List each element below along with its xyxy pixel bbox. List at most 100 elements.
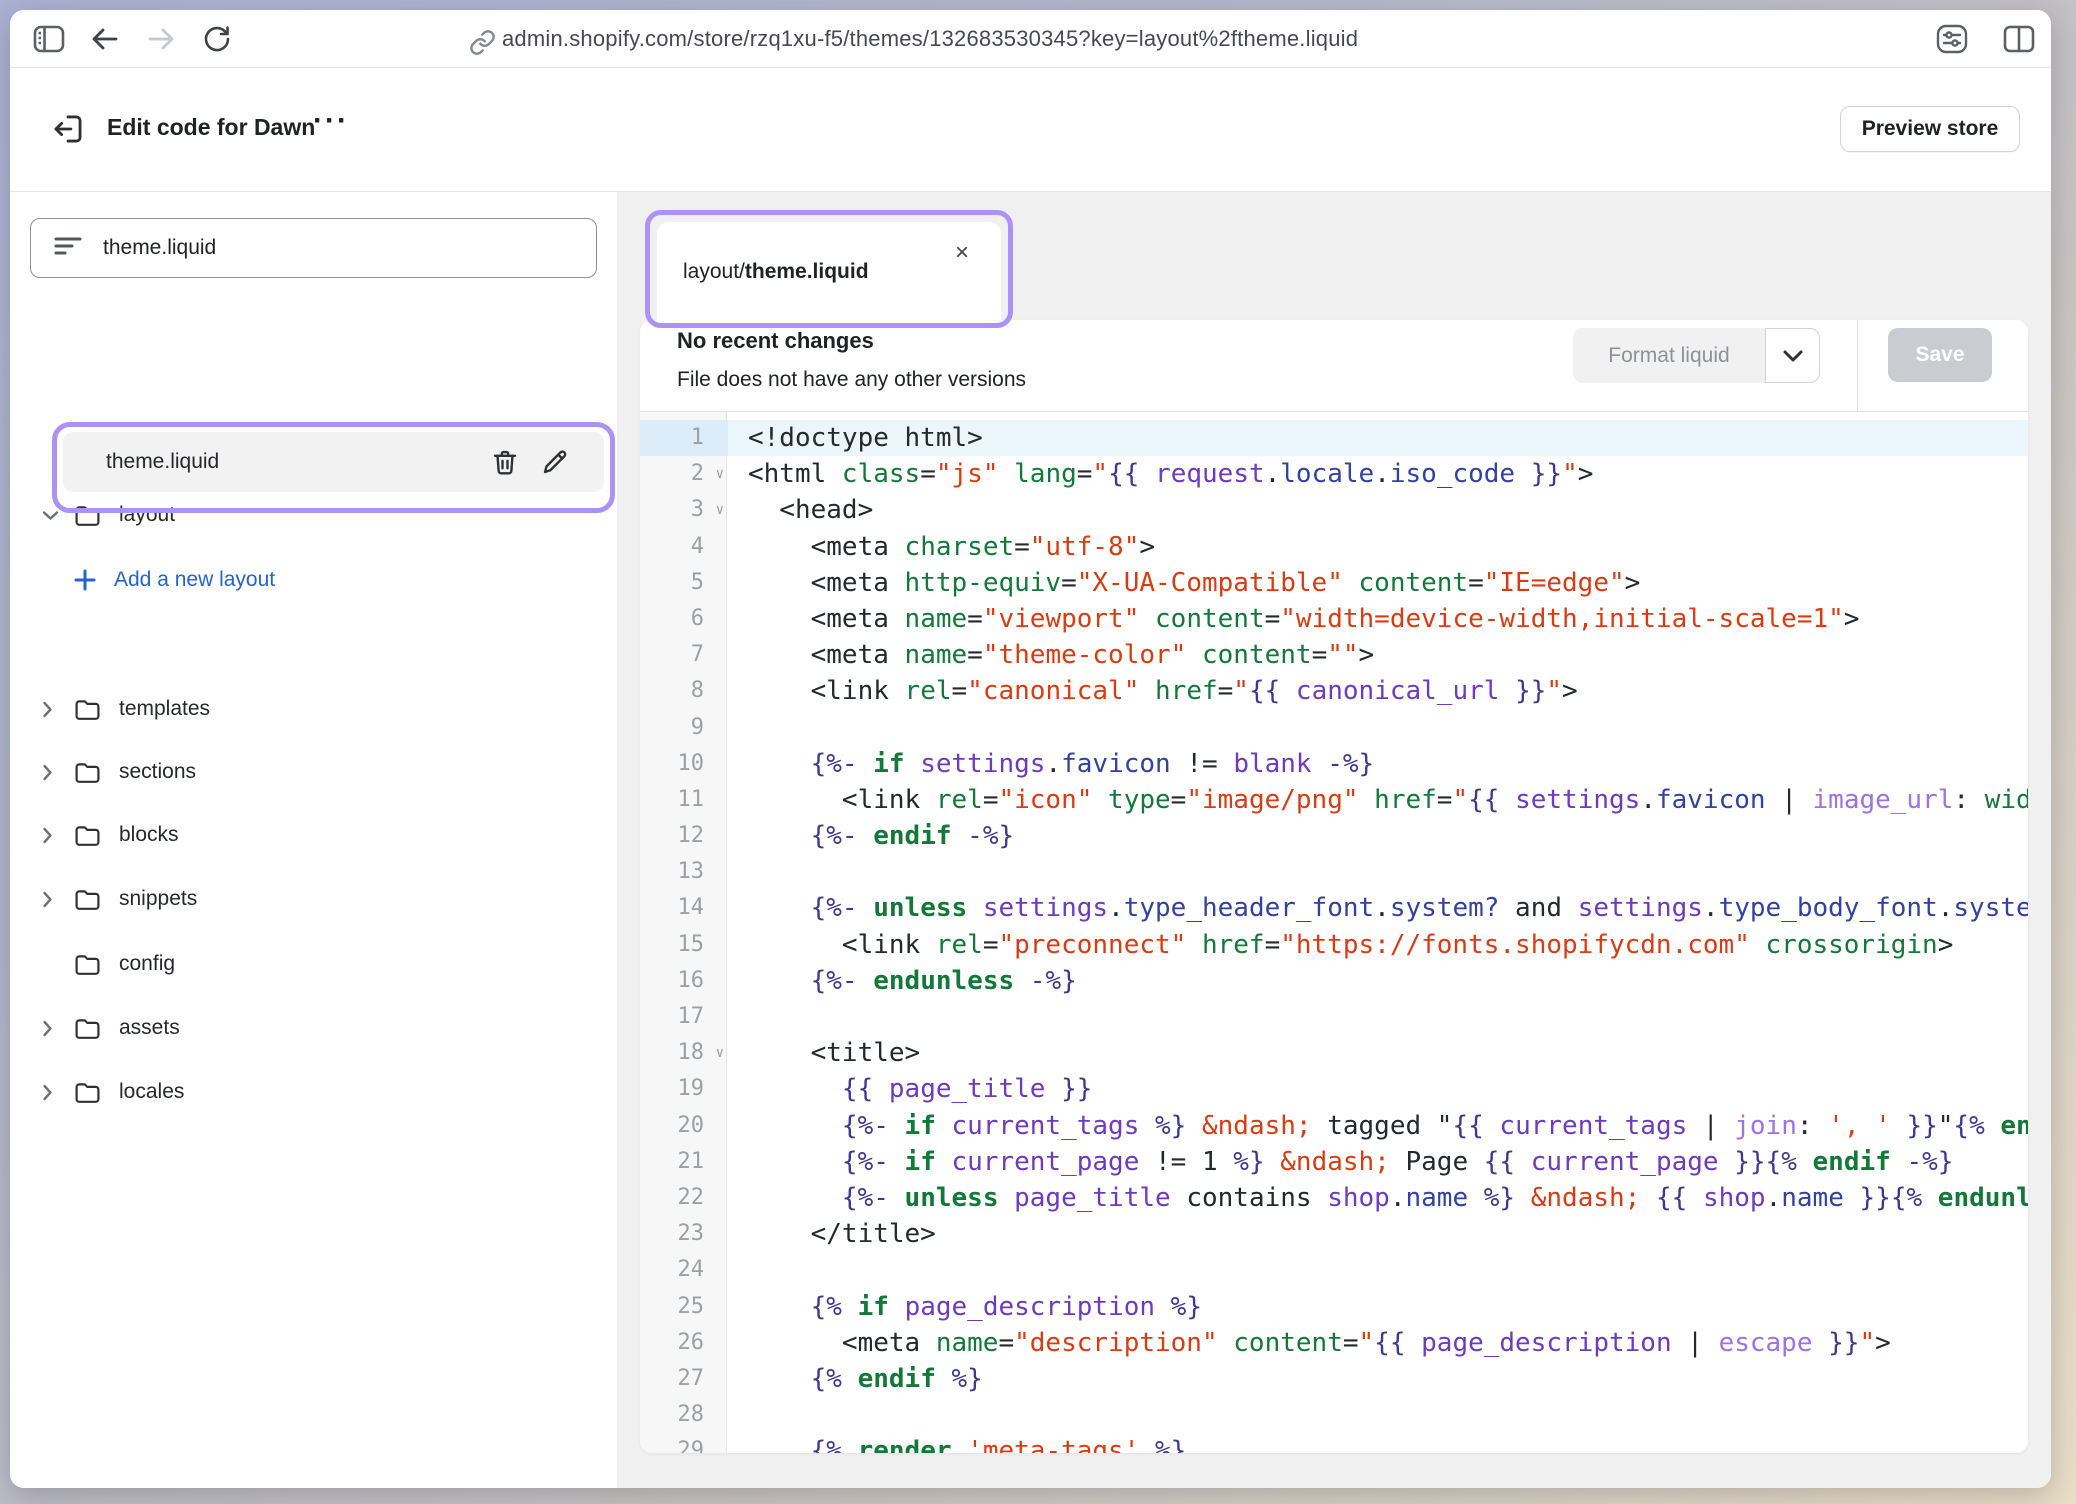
code-text: <link rel="icon" type="image/png" href="… bbox=[748, 782, 2028, 818]
code-line[interactable]: 22 {%- unless page_title contains shop.n… bbox=[640, 1180, 2028, 1216]
close-icon[interactable]: × bbox=[945, 236, 979, 270]
fold-icon[interactable]: ∨ bbox=[716, 1035, 724, 1071]
line-number: 20 bbox=[640, 1108, 728, 1144]
sidebar-item-assets[interactable]: assets bbox=[10, 998, 617, 1058]
code-line[interactable]: 19 {{ page_title }} bbox=[640, 1071, 2028, 1107]
tab-label: layout/theme.liquid bbox=[683, 260, 869, 284]
chevron-right-icon[interactable] bbox=[42, 827, 60, 844]
code-line[interactable]: 27 {% endif %} bbox=[640, 1361, 2028, 1397]
sidebar-item-templates[interactable]: templates bbox=[10, 679, 617, 739]
forward-icon[interactable] bbox=[144, 23, 178, 55]
search-value: theme.liquid bbox=[103, 236, 216, 260]
code-line[interactable]: 15 <link rel="preconnect" href="https://… bbox=[640, 927, 2028, 963]
code-line[interactable]: 3∨ <head> bbox=[640, 492, 2028, 528]
plus-icon bbox=[74, 569, 96, 591]
page-settings-icon[interactable] bbox=[1935, 23, 1969, 55]
chevron-right-icon bbox=[42, 764, 53, 781]
split-view-icon[interactable] bbox=[2002, 23, 2036, 55]
code-line[interactable]: 7 <meta name="theme-color" content=""> bbox=[640, 637, 2028, 673]
line-number: 22 bbox=[640, 1180, 728, 1216]
code-line[interactable]: 17 bbox=[640, 999, 2028, 1035]
url-text[interactable]: admin.shopify.com/store/rzq1xu-f5/themes… bbox=[502, 10, 1358, 68]
fold-icon[interactable]: ∨ bbox=[716, 456, 724, 492]
sidebar-item-label: locales bbox=[119, 1080, 184, 1104]
exit-editor-icon[interactable] bbox=[50, 112, 86, 151]
code-text: {% endif %} bbox=[748, 1361, 983, 1397]
code-line[interactable]: 6 <meta name="viewport" content="width=d… bbox=[640, 601, 2028, 637]
code-line[interactable]: 20 {%- if current_tags %} &ndash; tagged… bbox=[640, 1108, 2028, 1144]
chevron-right-icon[interactable] bbox=[42, 891, 60, 908]
format-liquid-dropdown[interactable] bbox=[1765, 328, 1820, 383]
chevron-right-icon[interactable] bbox=[42, 764, 60, 781]
preview-store-button[interactable]: Preview store bbox=[1840, 106, 2020, 152]
filter-icon bbox=[53, 234, 83, 263]
code-text: {%- if current_page != 1 %} &ndash; Page… bbox=[748, 1144, 1953, 1180]
format-liquid-button[interactable]: Format liquid bbox=[1573, 328, 1765, 383]
sidebar-item-snippets[interactable]: snippets bbox=[10, 869, 617, 929]
code-line[interactable]: 23 </title> bbox=[640, 1216, 2028, 1252]
chevron-down-icon bbox=[42, 510, 59, 521]
sidebar-item-sections[interactable]: sections bbox=[10, 742, 617, 802]
line-number: 17 bbox=[640, 999, 728, 1035]
chevron-right-icon[interactable] bbox=[42, 701, 60, 718]
chevron-down-icon bbox=[1782, 349, 1804, 363]
code-line[interactable]: 14 {%- unless settings.type_header_font.… bbox=[640, 890, 2028, 926]
file-search-input[interactable]: theme.liquid bbox=[30, 218, 597, 278]
code-line[interactable]: 21 {%- if current_page != 1 %} &ndash; P… bbox=[640, 1144, 2028, 1180]
back-icon[interactable] bbox=[88, 23, 122, 55]
code-editor[interactable]: 1<!doctype html>2∨<html class="js" lang=… bbox=[640, 412, 2028, 1453]
code-line[interactable]: 10 {%- if settings.favicon != blank -%} bbox=[640, 746, 2028, 782]
sidebar-toggle-icon[interactable] bbox=[32, 23, 66, 55]
plus-icon bbox=[74, 569, 96, 591]
code-line[interactable]: 4 <meta charset="utf-8"> bbox=[640, 529, 2028, 565]
code-line[interactable]: 29 {% render 'meta-tags' %} bbox=[640, 1433, 2028, 1453]
line-number: 6 bbox=[640, 601, 728, 637]
trash-icon bbox=[490, 447, 520, 477]
chevron-right-icon[interactable] bbox=[42, 1084, 60, 1101]
line-number: 11 bbox=[640, 782, 728, 818]
code-line[interactable]: 24 bbox=[640, 1252, 2028, 1288]
code-line[interactable]: 12 {%- endif -%} bbox=[640, 818, 2028, 854]
code-line[interactable]: 25 {% if page_description %} bbox=[640, 1289, 2028, 1325]
code-line[interactable]: 26 <meta name="description" content="{{ … bbox=[640, 1325, 2028, 1361]
chevron-down-icon[interactable] bbox=[42, 510, 60, 521]
code-line[interactable]: 13 bbox=[640, 854, 2028, 890]
code-line[interactable]: 9 bbox=[640, 710, 2028, 746]
more-actions-button[interactable]: ··· bbox=[313, 104, 349, 138]
line-number: 29 bbox=[640, 1433, 728, 1453]
sidebar-item-add-a-new-layout[interactable]: Add a new layout bbox=[10, 550, 617, 610]
sidebar-item-config[interactable]: config bbox=[10, 934, 617, 994]
code-line[interactable]: 18∨ <title> bbox=[640, 1035, 2028, 1071]
line-number: 15 bbox=[640, 927, 728, 963]
folder-icon bbox=[74, 697, 101, 721]
code-line[interactable]: 28 bbox=[640, 1397, 2028, 1433]
code-line[interactable]: 11 <link rel="icon" type="image/png" hre… bbox=[640, 782, 2028, 818]
code-text: <meta name="viewport" content="width=dev… bbox=[748, 601, 1859, 637]
folder-icon bbox=[74, 952, 101, 976]
code-line[interactable]: 16 {%- endunless -%} bbox=[640, 963, 2028, 999]
sidebar-item-label: blocks bbox=[119, 823, 179, 847]
code-text: {%- endif -%} bbox=[748, 818, 1014, 854]
sidebar-item-label: sections bbox=[119, 760, 196, 784]
sidebar-item-label: Add a new layout bbox=[114, 568, 275, 592]
delete-file-button[interactable] bbox=[490, 447, 520, 477]
fold-icon[interactable]: ∨ bbox=[716, 492, 724, 528]
status-subtitle: File does not have any other versions bbox=[677, 368, 1026, 392]
line-number: 5 bbox=[640, 565, 728, 601]
sidebar-item-theme-liquid[interactable]: theme.liquid bbox=[63, 432, 604, 492]
tab-layout-theme-liquid[interactable]: layout/theme.liquid × bbox=[657, 222, 1001, 322]
chevron-right-icon bbox=[42, 891, 53, 908]
code-line[interactable]: 2∨<html class="js" lang="{{ request.loca… bbox=[640, 456, 2028, 492]
sidebar-item-locales[interactable]: locales bbox=[10, 1062, 617, 1122]
reload-icon[interactable] bbox=[200, 23, 234, 55]
code-text: {%- unless page_title contains shop.name… bbox=[748, 1180, 2028, 1216]
chevron-right-icon[interactable] bbox=[42, 1020, 60, 1037]
code-line[interactable]: 8 <link rel="canonical" href="{{ canonic… bbox=[640, 673, 2028, 709]
rename-file-button[interactable] bbox=[540, 447, 570, 477]
sidebar-item-blocks[interactable]: blocks bbox=[10, 805, 617, 865]
code-line[interactable]: 1<!doctype html> bbox=[640, 420, 2028, 456]
save-button[interactable]: Save bbox=[1888, 328, 1992, 382]
code-text: <link rel="canonical" href="{{ canonical… bbox=[748, 673, 1578, 709]
code-line[interactable]: 5 <meta http-equiv="X-UA-Compatible" con… bbox=[640, 565, 2028, 601]
line-number: 14 bbox=[640, 890, 728, 926]
